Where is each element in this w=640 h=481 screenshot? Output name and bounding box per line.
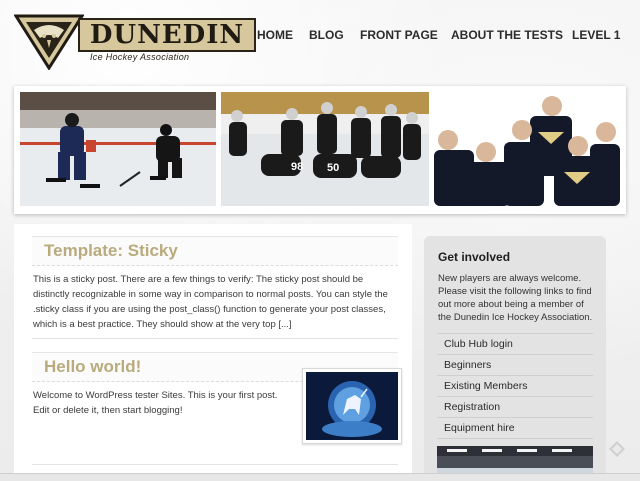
sidebar-link-existing-members[interactable]: Existing Members xyxy=(437,375,593,396)
main-content: Template: Sticky This is a sticky post. … xyxy=(14,224,412,480)
sidebar-get-involved: Get involved New players are always welc… xyxy=(424,236,606,480)
post-title-sticky[interactable]: Template: Sticky xyxy=(44,241,178,261)
nav-home[interactable]: HOME xyxy=(257,28,293,42)
sidebar-text-line: the Dunedin Ice Hockey Association. xyxy=(438,312,593,323)
excerpt-line: This is a sticky post. There are a few t… xyxy=(33,274,364,285)
ice-hockey-game-photo xyxy=(20,92,216,206)
youth-hockey-team-on-ice-photo: 98 50 xyxy=(221,92,429,206)
sidebar-text: New players are always welcome. Please v… xyxy=(438,272,598,324)
logo-wordmark: DUNEDIN xyxy=(78,18,256,52)
junior-players-group-photo xyxy=(434,92,620,206)
sidebar-link-club-hub-login[interactable]: Club Hub login xyxy=(437,333,593,354)
excerpt-line: which is a best practice. They should sh… xyxy=(33,319,292,330)
post-excerpt-sticky: This is a sticky post. There are a few t… xyxy=(33,272,403,332)
nav-blog[interactable]: BLOG xyxy=(309,28,344,42)
site-logo[interactable]: DUNEDIN Ice Hockey Association xyxy=(14,12,256,70)
excerpt-line: .sticky class if you are using the post_… xyxy=(33,304,386,315)
post-title-hello-world[interactable]: Hello world! xyxy=(44,357,141,377)
nav-about-the-tests[interactable]: ABOUT THE TESTS xyxy=(451,28,563,42)
header-banner: 98 50 xyxy=(14,86,626,214)
post-divider xyxy=(32,338,398,339)
sidebar-link-beginners[interactable]: Beginners xyxy=(437,354,593,375)
jersey-number-1: 98 xyxy=(291,161,303,173)
sidebar-links: Club Hub login Beginners Existing Member… xyxy=(437,333,593,439)
sidebar-text-line: Please visit the following links to find xyxy=(438,286,592,297)
sidebar-link-equipment-hire[interactable]: Equipment hire xyxy=(437,417,593,439)
excerpt-line: Welcome to WordPress tester Sites. This … xyxy=(33,390,278,401)
nav-front-page[interactable]: FRONT PAGE xyxy=(360,28,438,42)
back-to-top-icon[interactable] xyxy=(608,440,626,458)
post-title-bar: Template: Sticky xyxy=(32,236,398,266)
sidebar-link-registration[interactable]: Registration xyxy=(437,396,593,417)
post-divider xyxy=(32,464,398,465)
logo-subtitle: Ice Hockey Association xyxy=(90,52,190,62)
nav-level-1[interactable]: LEVEL 1 xyxy=(572,28,620,42)
excerpt-line: distinctly recognizable in some way in c… xyxy=(33,289,388,300)
sidebar-text-line: New players are always welcome. xyxy=(438,273,582,284)
excerpt-line: Edit or delete it, then start blogging! xyxy=(33,405,183,416)
sidebar-title: Get involved xyxy=(438,250,511,264)
post-excerpt-hello-world: Welcome to WordPress tester Sites. This … xyxy=(33,388,295,418)
unicorn-moon-image[interactable] xyxy=(302,368,402,444)
jersey-number-2: 50 xyxy=(327,162,339,174)
hawk-badge-icon xyxy=(14,14,84,70)
sidebar-text-line: out more about being a member of xyxy=(438,299,584,310)
